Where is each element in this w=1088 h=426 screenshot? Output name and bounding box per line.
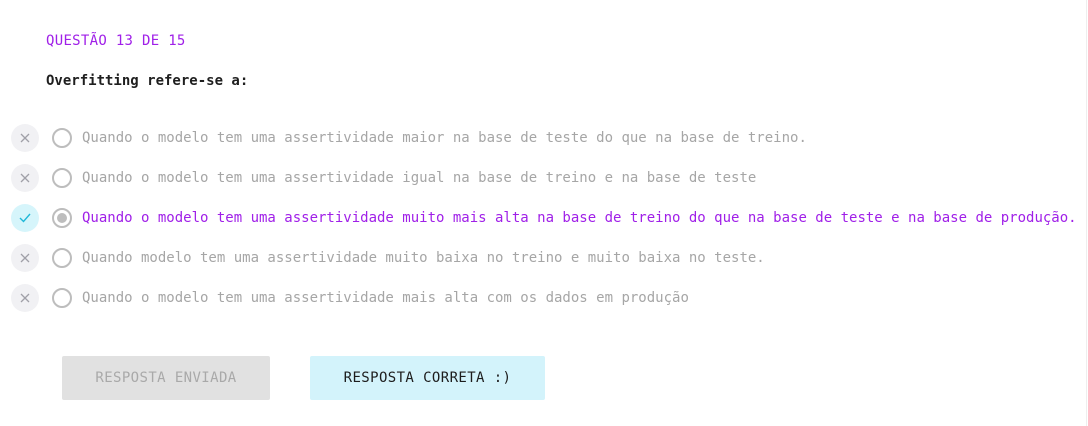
option-radio[interactable]: [52, 168, 72, 188]
option-5[interactable]: Quando o modelo tem uma assertividade ma…: [11, 284, 689, 312]
option-radio[interactable]: [52, 288, 72, 308]
radio-dot: [57, 213, 67, 223]
quiz-card: QUESTÃO 13 DE 15 Overfitting refere-se a…: [0, 0, 1087, 426]
answer-sent-button[interactable]: RESPOSTA ENVIADA: [62, 356, 270, 400]
option-label: Quando o modelo tem uma assertividade ig…: [82, 170, 757, 186]
option-label: Quando o modelo tem uma assertividade mu…: [82, 210, 1077, 226]
question-text: Overfitting refere-se a:: [46, 73, 249, 89]
option-1[interactable]: Quando o modelo tem uma assertividade ma…: [11, 124, 807, 152]
answer-correct-button[interactable]: RESPOSTA CORRETA :): [310, 356, 545, 400]
x-icon: [11, 124, 39, 152]
check-icon: [11, 204, 39, 232]
option-label: Quando o modelo tem uma assertividade ma…: [82, 290, 689, 306]
option-3[interactable]: Quando o modelo tem uma assertividade mu…: [11, 204, 1077, 232]
x-icon: [11, 164, 39, 192]
option-2[interactable]: Quando o modelo tem uma assertividade ig…: [11, 164, 756, 192]
option-radio[interactable]: [52, 248, 72, 268]
option-4[interactable]: Quando modelo tem uma assertividade muit…: [11, 244, 765, 272]
option-radio-selected[interactable]: [52, 208, 72, 228]
option-label: Quando o modelo tem uma assertividade ma…: [82, 130, 807, 146]
option-label: Quando modelo tem uma assertividade muit…: [82, 250, 765, 266]
question-counter: QUESTÃO 13 DE 15: [46, 33, 186, 49]
x-icon: [11, 284, 39, 312]
x-icon: [11, 244, 39, 272]
option-radio[interactable]: [52, 128, 72, 148]
